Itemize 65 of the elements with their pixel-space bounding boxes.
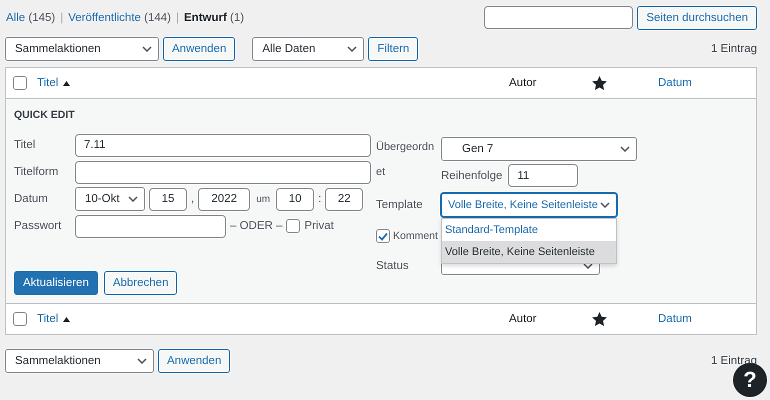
dropdown-option[interactable]: Standard-Template	[442, 219, 616, 241]
minute-field[interactable]: 22	[325, 188, 364, 210]
field-label: Template	[376, 199, 424, 211]
slug-field[interactable]	[75, 160, 371, 184]
star-icon	[592, 76, 606, 90]
field-label: Titelform	[14, 166, 60, 178]
chevron-down-icon	[137, 358, 147, 364]
chevron-down-icon	[128, 196, 138, 202]
view-filter-link[interactable]: Entwurf (1)	[184, 12, 244, 24]
password-field[interactable]	[75, 214, 226, 238]
checkbox[interactable]	[376, 229, 390, 243]
dropdown-option[interactable]: Volle Breite, Keine Seitenleiste	[442, 241, 616, 263]
checkbox[interactable]	[13, 76, 27, 90]
field-label: Übergeordnet	[376, 140, 436, 180]
quick-edit-heading: QUICK EDIT	[14, 109, 76, 121]
view-filter-link[interactable]: Veröffentlichte (144)	[68, 12, 171, 24]
year-field[interactable]: 2022	[198, 188, 250, 210]
field-label: Passwort	[14, 220, 62, 232]
parent-select[interactable]: Gen 7	[441, 137, 637, 161]
at-label: um	[256, 194, 270, 204]
field-label: Titel	[14, 139, 36, 151]
author-column-header: Autor	[509, 313, 538, 325]
chevron-down-icon	[620, 146, 630, 152]
separator: |	[60, 12, 64, 24]
search-button[interactable]: Seiten durchsuchen	[637, 6, 757, 30]
comma: ,	[191, 193, 194, 205]
chevron-down-icon	[583, 263, 593, 269]
sort-up-icon	[63, 316, 70, 322]
chevron-down-icon	[347, 46, 358, 52]
update-button[interactable]: Aktualisieren	[14, 271, 98, 295]
help-button[interactable]: ?	[733, 363, 767, 397]
item-count: 1 Eintrag	[710, 43, 757, 55]
star-icon	[592, 312, 606, 326]
field-label: Reihenfolge	[441, 170, 502, 182]
title-field[interactable]: 7.11	[75, 134, 371, 156]
day-field[interactable]: 15	[149, 188, 187, 210]
field-label: Status	[376, 260, 410, 272]
private-label: Privat	[304, 220, 334, 232]
order-field[interactable]: 11	[508, 164, 578, 187]
apply-button[interactable]: Anwenden	[158, 348, 230, 372]
separator: |	[176, 12, 179, 24]
cancel-button[interactable]: Abbrechen	[104, 271, 178, 295]
checkbox[interactable]	[286, 219, 300, 233]
or-label: – ODER –	[230, 220, 282, 232]
date-filter-select[interactable]: Alle Daten	[252, 37, 364, 61]
apply-button[interactable]: Anwenden	[163, 37, 236, 61]
bulk-actions-select[interactable]: Sammelaktionen	[5, 37, 159, 61]
view-filter-link[interactable]: Alle (145)	[6, 12, 56, 24]
colon: :	[318, 193, 322, 205]
month-select[interactable]: 10-Okt	[75, 187, 145, 211]
filter-button[interactable]: Filtern	[368, 37, 418, 61]
chevron-down-icon	[142, 46, 152, 52]
comments-label: Komment	[393, 230, 438, 242]
hour-field[interactable]: 10	[276, 188, 314, 210]
title-column-link[interactable]: Titel	[37, 77, 509, 89]
bulk-actions-select[interactable]: Sammelaktionen	[5, 348, 154, 372]
date-column-link[interactable]: Datum	[658, 313, 692, 325]
checkbox[interactable]	[13, 312, 27, 326]
search-field[interactable]	[484, 6, 634, 29]
field-label: Datum	[14, 193, 49, 205]
date-column-link[interactable]: Datum	[658, 77, 692, 89]
chevron-down-icon	[600, 202, 610, 208]
sort-up-icon	[63, 80, 70, 86]
author-column-header: Autor	[509, 77, 538, 89]
title-column-link[interactable]: Titel	[37, 313, 509, 325]
